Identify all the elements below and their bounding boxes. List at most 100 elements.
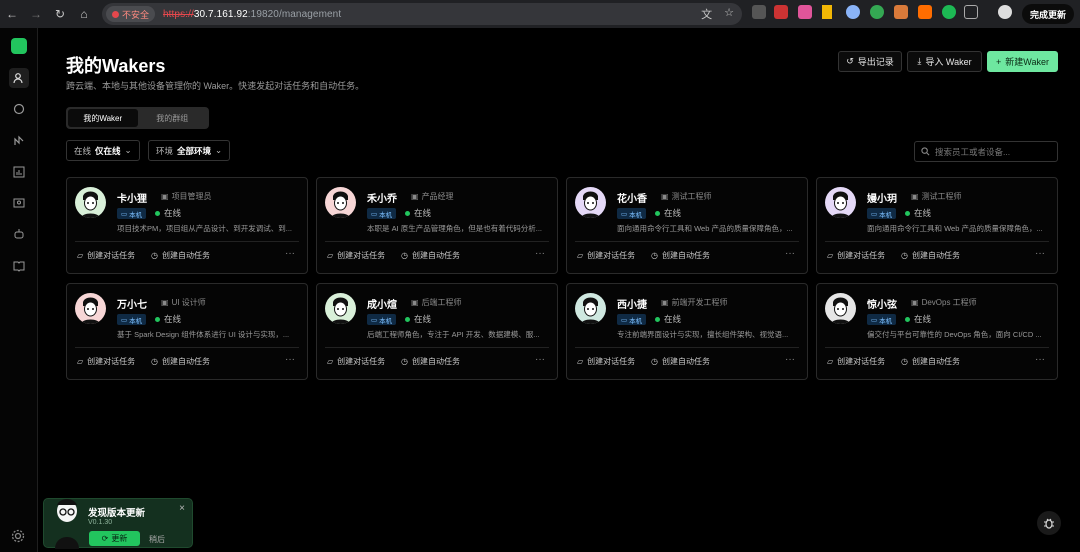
- waker-card[interactable]: 嫚小玥 ▣ 测试工程师 ▭ 本机 在线 面向通用命令行工具和 Web 产品的质量保障…: [816, 177, 1058, 274]
- create-chat-task-button[interactable]: ▱ 创建对话任务: [327, 356, 385, 367]
- export-records-button[interactable]: ↺ 导出记录: [838, 51, 902, 72]
- more-options-icon[interactable]: ···: [535, 248, 545, 259]
- security-chip[interactable]: 不安全: [106, 6, 156, 22]
- extension-triangle-icon[interactable]: [822, 5, 832, 19]
- env-filter[interactable]: 环境 全部环境 ⌄: [148, 140, 231, 161]
- more-options-icon[interactable]: ···: [785, 354, 795, 365]
- monitor-icon: ▭: [621, 316, 628, 324]
- sidebar-item-wakers[interactable]: [9, 68, 29, 88]
- extension-circle-icon[interactable]: [942, 5, 956, 19]
- status-filter[interactable]: 在线 仅在线 ⌄: [66, 140, 140, 161]
- id-card-icon: ▣: [661, 298, 669, 307]
- waker-card[interactable]: 西小捷 ▣ 前端开发工程师 ▭ 本机 在线 专注前端界面设计与实现，擅长组件架构、视…: [566, 283, 808, 380]
- more-options-icon[interactable]: ···: [1035, 354, 1045, 365]
- more-options-icon[interactable]: ···: [785, 248, 795, 259]
- divider: [575, 347, 799, 348]
- address-bar[interactable]: 不安全 https://30.7.161.92:19820/management…: [102, 3, 742, 25]
- env-filter-value: 全部环境: [177, 145, 212, 156]
- new-waker-button[interactable]: + 新建Waker: [987, 51, 1058, 72]
- reload-icon[interactable]: ↻: [48, 0, 72, 28]
- security-label: 不安全: [122, 9, 150, 20]
- settings-gear-icon[interactable]: [11, 529, 25, 548]
- clock-icon: ◷: [151, 251, 158, 260]
- refresh-icon: ⟳: [101, 534, 109, 543]
- waker-card[interactable]: 成小煊 ▣ 后端工程师 ▭ 本机 在线 后端工程师角色，专注于 API 开发、数据建…: [316, 283, 558, 380]
- create-auto-task-button[interactable]: ◷ 创建自动任务: [151, 250, 210, 261]
- create-chat-task-label: 创建对话任务: [87, 357, 136, 366]
- sidebar-item-stats[interactable]: [9, 162, 29, 182]
- chat-add-icon: ▱: [827, 357, 834, 366]
- search-input[interactable]: [935, 146, 1045, 157]
- create-chat-task-button[interactable]: ▱ 创建对话任务: [77, 250, 135, 261]
- waker-card[interactable]: 卡小狸 ▣ 项目管理员 ▭ 本机 在线 项目技术PM，项目组从产品设计、到开发调试、…: [66, 177, 308, 274]
- toast-title: 发现版本更新: [88, 508, 146, 519]
- clock-icon: ◷: [401, 357, 408, 366]
- avatar: [825, 293, 856, 324]
- browser-toolbar: ← → ↻ ⌂ 不安全 https://30.7.161.92:19820/ma…: [0, 0, 1080, 28]
- waker-name: 惊小弦: [867, 300, 897, 311]
- tab-my-waker[interactable]: 我的Waker: [68, 109, 138, 127]
- back-icon[interactable]: ←: [0, 0, 24, 28]
- create-chat-task-button[interactable]: ▱ 创建对话任务: [577, 356, 635, 367]
- sidebar-item-flow[interactable]: [9, 131, 29, 151]
- extension-new-icon[interactable]: [774, 5, 788, 19]
- update-now-button[interactable]: ⟳ 更新: [89, 531, 140, 546]
- create-auto-task-button[interactable]: ◷ 创建自动任务: [651, 250, 710, 261]
- waker-card[interactable]: 万小七 ▣ UI 设计师 ▭ 本机 在线 基于 Spark Design 组件体系进…: [66, 283, 308, 380]
- later-button[interactable]: 稍后: [149, 534, 165, 545]
- extensions-puzzle-icon[interactable]: [964, 5, 978, 19]
- toast-version: V0.1.30: [88, 519, 113, 526]
- robot-icon: [14, 229, 24, 239]
- create-chat-task-label: 创建对话任务: [587, 251, 636, 260]
- id-card-icon: ▣: [911, 298, 919, 307]
- extension-green-icon[interactable]: [870, 5, 884, 19]
- bookmark-star-icon[interactable]: ☆: [724, 6, 734, 22]
- waker-description: 基于 Spark Design 组件体系进行 UI 设计与实现，...: [117, 330, 290, 339]
- create-auto-task-button[interactable]: ◷ 创建自动任务: [401, 250, 460, 261]
- more-options-icon[interactable]: ···: [285, 354, 295, 365]
- more-options-icon[interactable]: ···: [1035, 248, 1045, 259]
- more-options-icon[interactable]: ···: [285, 248, 295, 259]
- search-box[interactable]: [914, 141, 1058, 162]
- translate-icon[interactable]: 文: [701, 6, 712, 22]
- create-chat-task-button[interactable]: ▱ 创建对话任务: [827, 250, 885, 261]
- create-chat-task-button[interactable]: ▱ 创建对话任务: [827, 356, 885, 367]
- extension-globe-icon[interactable]: [846, 5, 860, 19]
- update-browser-button[interactable]: 完成更新: [1021, 4, 1074, 24]
- page-subtitle: 跨云端、本地与其他设备管理你的 Waker。快速发起对话任务和自动任务。: [66, 81, 365, 91]
- home-icon[interactable]: ⌂: [72, 0, 96, 28]
- waker-card[interactable]: 禾小乔 ▣ 产品经理 ▭ 本机 在线 本职是 AI 原生产品管理角色，但是也有着代码…: [316, 177, 558, 274]
- create-chat-task-button[interactable]: ▱ 创建对话任务: [77, 356, 135, 367]
- create-chat-task-button[interactable]: ▱ 创建对话任务: [577, 250, 635, 261]
- create-auto-task-button[interactable]: ◷ 创建自动任务: [401, 356, 460, 367]
- extension-off-icon[interactable]: [752, 5, 766, 19]
- create-auto-task-button[interactable]: ◷ 创建自动任务: [901, 356, 960, 367]
- bug-report-icon[interactable]: [1037, 511, 1061, 535]
- status-label: 在线: [664, 314, 682, 324]
- tab-my-groups[interactable]: 我的群组: [138, 109, 208, 127]
- profile-avatar[interactable]: [998, 5, 1012, 19]
- waker-card[interactable]: 惊小弦 ▣ DevOps 工程师 ▭ 本机 在线 偏交付与平台可靠性的 DevOps…: [816, 283, 1058, 380]
- forward-icon[interactable]: →: [24, 0, 48, 28]
- create-auto-task-button[interactable]: ◷ 创建自动任务: [901, 250, 960, 261]
- extension-fox-icon[interactable]: [894, 5, 908, 19]
- sidebar-item-bot[interactable]: [9, 224, 29, 244]
- sidebar-item-contacts[interactable]: [9, 193, 29, 213]
- book-icon: [13, 261, 25, 272]
- env-filter-key: 环境: [156, 145, 174, 156]
- divider: [75, 241, 299, 242]
- import-waker-button[interactable]: ⤓ 导入 Waker: [907, 51, 982, 72]
- sidebar-item-docs[interactable]: [9, 256, 29, 276]
- close-icon[interactable]: ×: [179, 503, 185, 514]
- divider: [575, 241, 799, 242]
- waker-card[interactable]: 花小香 ▣ 测试工程师 ▭ 本机 在线 面向通用命令行工具和 Web 产品的质量保障…: [566, 177, 808, 274]
- extension-pink-icon[interactable]: [798, 5, 812, 19]
- create-chat-task-button[interactable]: ▱ 创建对话任务: [327, 250, 385, 261]
- more-options-icon[interactable]: ···: [535, 354, 545, 365]
- create-auto-task-button[interactable]: ◷ 创建自动任务: [651, 356, 710, 367]
- chat-add-icon: ▱: [327, 357, 334, 366]
- sidebar-item-chat[interactable]: [9, 99, 29, 119]
- create-auto-task-button[interactable]: ◷ 创建自动任务: [151, 356, 210, 367]
- extension-orange-icon[interactable]: [918, 5, 932, 19]
- app-logo[interactable]: [11, 38, 27, 54]
